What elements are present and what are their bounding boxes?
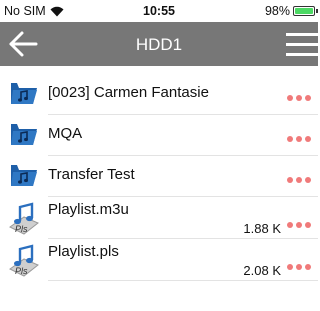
item-name: Transfer Test xyxy=(48,166,135,183)
list-item[interactable]: Pls Playlist.pls 2.08 K xyxy=(0,239,318,281)
music-folder-icon xyxy=(10,80,38,106)
item-name: MQA xyxy=(48,125,83,142)
hamburger-menu-icon xyxy=(286,33,318,36)
more-dots-icon[interactable] xyxy=(284,170,314,183)
pls-label: Pls xyxy=(15,266,28,276)
item-name: [0023] Carmen Fantasie xyxy=(48,84,209,101)
list-item[interactable]: Pls Playlist.m3u 1.88 K xyxy=(0,197,318,239)
file-size: 2.08 K xyxy=(243,263,281,278)
nav-header: HDD1 xyxy=(0,22,318,66)
battery-tip xyxy=(316,9,318,13)
status-right: 98% xyxy=(265,4,318,18)
item-name: Playlist.pls xyxy=(48,243,119,260)
playlist-file-icon: Pls xyxy=(6,241,44,279)
battery-level-fill xyxy=(295,8,313,14)
playlist-file-icon: Pls xyxy=(6,199,44,237)
pls-label: Pls xyxy=(15,224,28,234)
item-name: Playlist.m3u xyxy=(48,201,129,218)
file-size: 1.88 K xyxy=(243,221,281,236)
list-item[interactable]: [0023] Carmen Fantasie xyxy=(0,74,318,115)
music-folder-icon xyxy=(10,162,38,188)
status-bar: No SIM 10:55 98% xyxy=(0,0,318,22)
more-dots-icon[interactable] xyxy=(284,129,314,142)
battery-icon xyxy=(293,6,315,16)
row-divider xyxy=(48,280,318,281)
more-dots-icon[interactable] xyxy=(284,88,314,101)
menu-button[interactable] xyxy=(286,33,318,57)
more-dots-icon[interactable] xyxy=(284,257,314,270)
file-list: [0023] Carmen Fantasie MQA Transfer Test… xyxy=(0,74,318,281)
more-dots-icon[interactable] xyxy=(284,215,314,228)
page-title: HDD1 xyxy=(135,35,183,54)
battery-percent: 98% xyxy=(264,4,290,18)
music-folder-icon xyxy=(10,121,38,147)
list-item[interactable]: Transfer Test xyxy=(0,156,318,197)
list-item[interactable]: MQA xyxy=(0,115,318,156)
